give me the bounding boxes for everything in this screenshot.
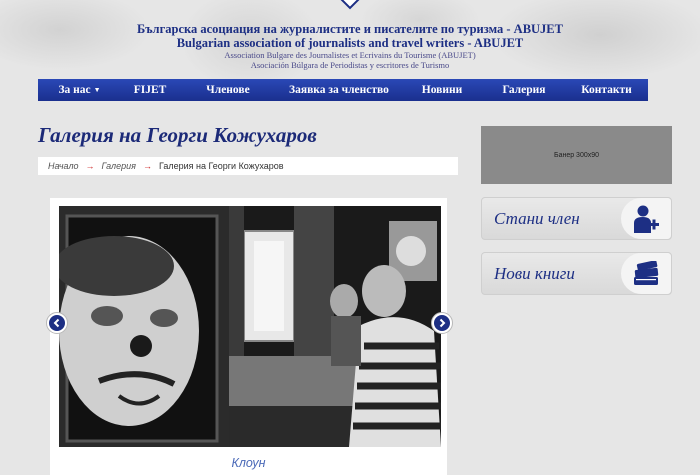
breadcrumb-arrow-icon: → — [85, 161, 95, 171]
become-member-label: Стани член — [494, 209, 580, 228]
breadcrumb-current: Галерия на Георги Кожухаров — [158, 161, 284, 171]
site-header: Българска асоциация на журналистите и пи… — [0, 22, 700, 70]
nav-item-label: Новини — [421, 84, 463, 96]
site-title-bulgarian: Българска асоциация на журналистите и пи… — [137, 22, 563, 36]
new-books-label: Нови книги — [494, 264, 575, 283]
new-books-button[interactable]: Нови книги — [481, 252, 672, 295]
breadcrumb-arrow-icon: → — [142, 161, 152, 171]
become-member-button[interactable]: Стани член — [481, 197, 672, 240]
main-navigation: За нас ▼ FIJET Членове Заявка за членств… — [38, 79, 648, 101]
breadcrumb-home-link[interactable]: Начало — [48, 161, 79, 171]
gallery-prev-button[interactable] — [46, 312, 68, 334]
chevron-right-icon — [439, 318, 446, 328]
add-user-icon — [634, 205, 659, 233]
page-title: Галерия на Георги Кожухаров — [38, 123, 317, 147]
site-title-english: Bulgarian association of journalists and… — [176, 36, 524, 50]
site-title-spanish: Asociación Búlgara de Periodistas y escr… — [250, 60, 450, 70]
nav-item-label: За нас — [58, 84, 91, 96]
breadcrumb: Начало → Галерия → Галерия на Георги Кож… — [38, 157, 458, 175]
gallery-photo[interactable] — [59, 206, 441, 447]
nav-item-gallery[interactable]: Галерия — [483, 79, 565, 101]
photo-caption: Клоун — [231, 456, 266, 470]
chevron-left-icon — [53, 318, 60, 328]
nav-item-label: Галерия — [502, 84, 546, 96]
nav-item-contacts[interactable]: Контакти — [565, 79, 648, 101]
nav-item-label: Заявка за членство — [289, 84, 389, 96]
nav-item-label: Членове — [206, 84, 250, 96]
site-title-french: Association Bulgare des Journalistes et … — [224, 50, 476, 60]
banner-placeholder[interactable]: Банер 300x90 — [481, 126, 672, 184]
nav-item-label: Контакти — [581, 84, 632, 96]
nav-item-membership-request[interactable]: Заявка за членство — [277, 79, 401, 101]
chevron-down-icon — [340, 0, 360, 10]
caret-down-icon: ▼ — [93, 86, 101, 94]
nav-item-label: FIJET — [133, 84, 167, 96]
nav-item-members[interactable]: Членове — [179, 79, 277, 101]
breadcrumb-gallery-link[interactable]: Галерия — [102, 161, 136, 171]
gallery-next-button[interactable] — [431, 312, 453, 334]
nav-item-about[interactable]: За нас ▼ — [38, 79, 121, 101]
nav-item-fijet[interactable]: FIJET — [121, 79, 179, 101]
nav-item-news[interactable]: Новини — [401, 79, 483, 101]
books-icon — [634, 260, 659, 285]
